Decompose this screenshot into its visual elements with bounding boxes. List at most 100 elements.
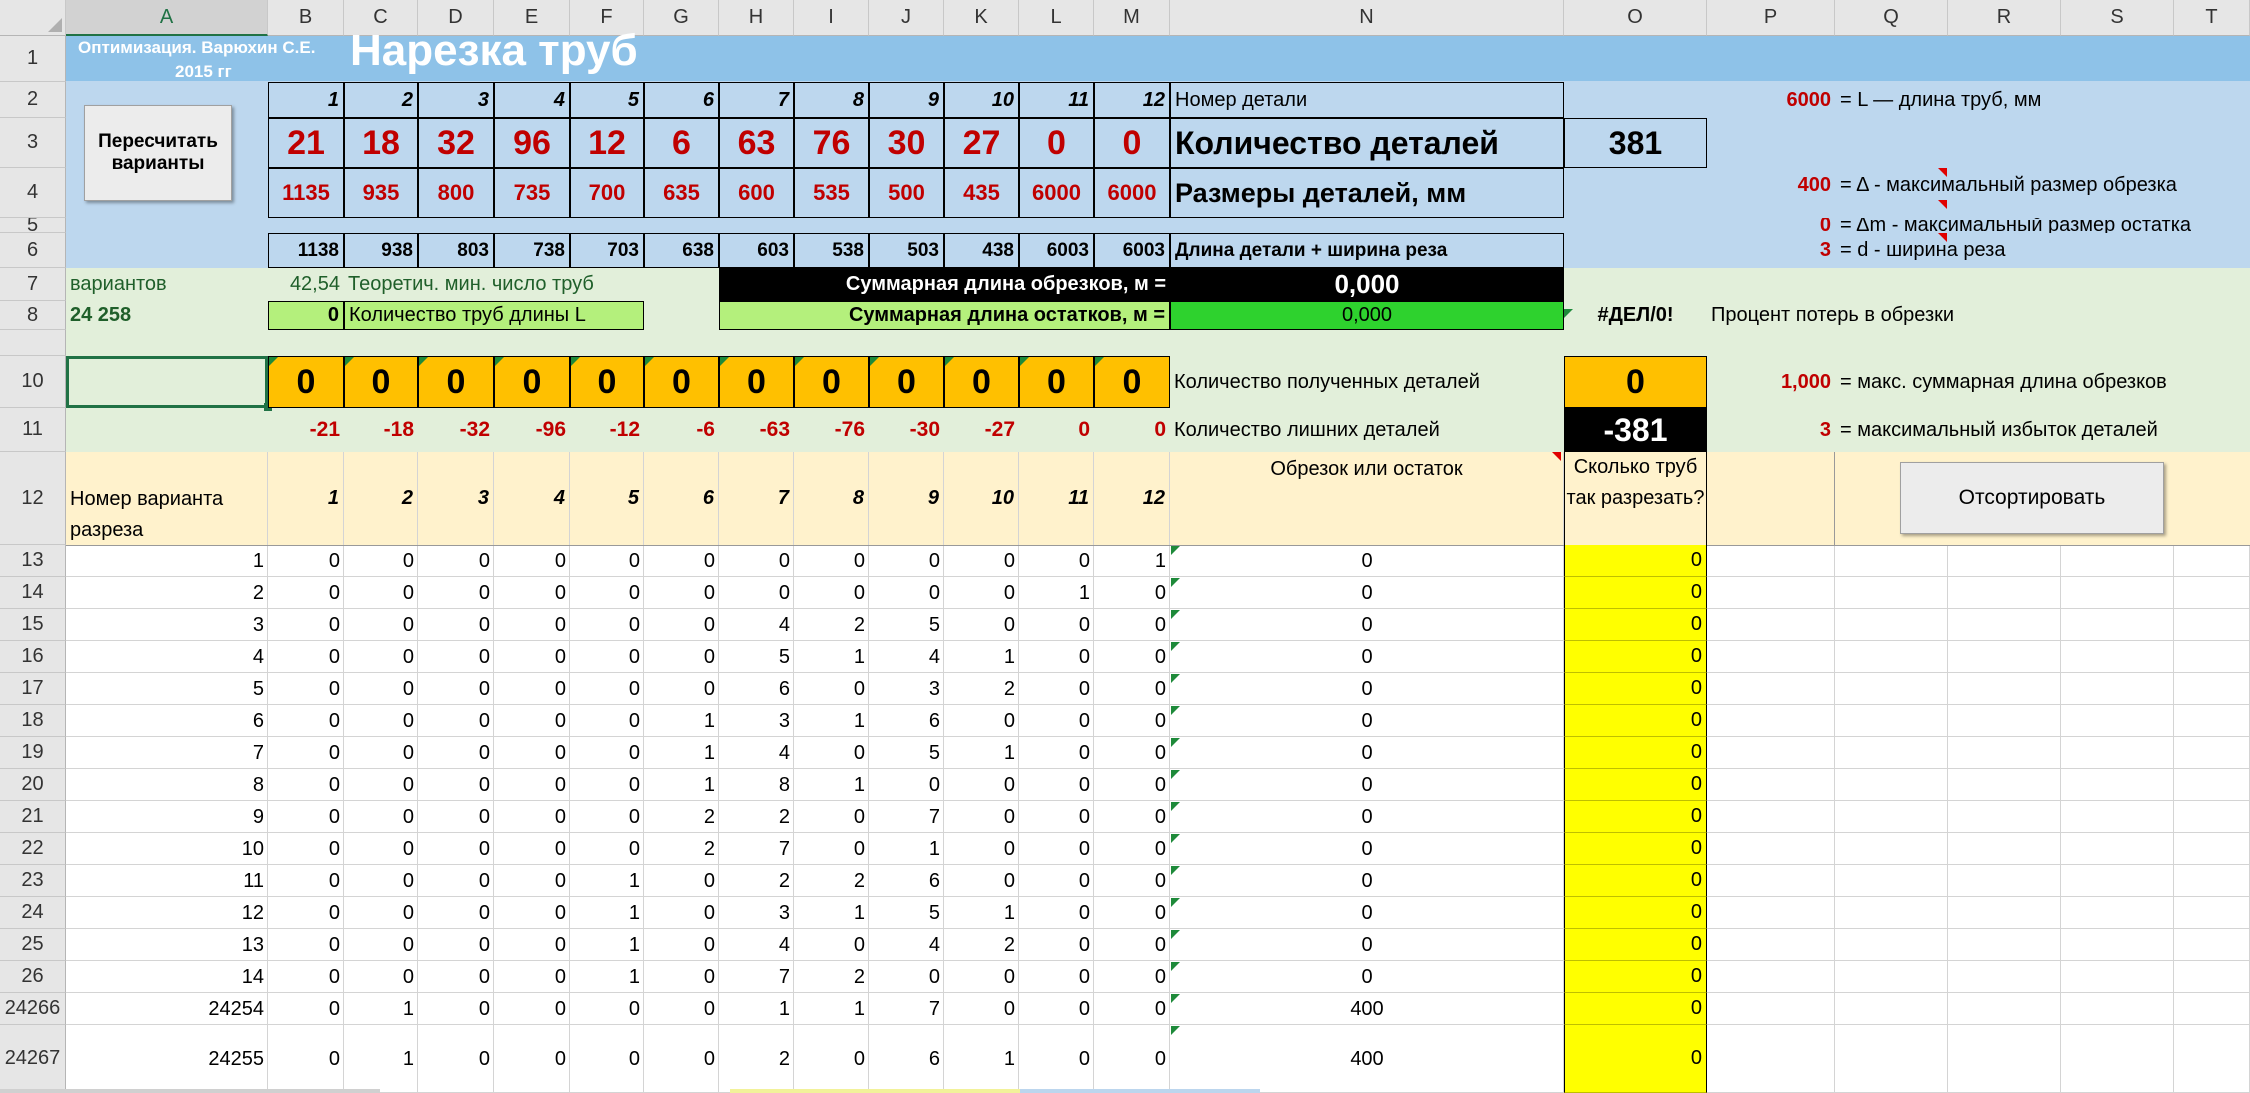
quantity-cell[interactable]: 30 xyxy=(869,118,944,168)
count-cell[interactable]: 4 xyxy=(719,609,794,641)
variant-number-cell[interactable]: 6 xyxy=(66,705,268,737)
selected-cell-a10[interactable] xyxy=(66,356,268,408)
count-cell[interactable]: 0 xyxy=(570,705,644,737)
count-cell[interactable]: 0 xyxy=(494,705,570,737)
count-cell[interactable]: 1 xyxy=(869,833,944,865)
row-header-17[interactable]: 17 xyxy=(0,673,66,705)
count-cell[interactable]: 1 xyxy=(644,737,719,769)
count-cell[interactable]: 0 xyxy=(944,865,1019,897)
count-cell[interactable]: 7 xyxy=(719,961,794,993)
count-cell[interactable]: 0 xyxy=(268,641,344,673)
count-cell[interactable]: 0 xyxy=(418,705,494,737)
size-cell[interactable]: 800 xyxy=(418,168,494,218)
quantity-cell[interactable]: 96 xyxy=(494,118,570,168)
pipes-input-cell[interactable]: 0 xyxy=(1564,1025,1707,1093)
extra-total[interactable]: -381 xyxy=(1564,408,1707,452)
pipe-count-value[interactable]: 0 xyxy=(268,301,344,330)
count-cell[interactable]: 1 xyxy=(570,929,644,961)
scrap-cell[interactable]: 0 xyxy=(1170,737,1564,769)
theoretical-value[interactable]: 42,54 xyxy=(268,268,344,301)
length-with-cut-cell[interactable]: 438 xyxy=(944,233,1019,268)
count-cell[interactable]: 0 xyxy=(570,641,644,673)
count-cell[interactable]: 0 xyxy=(1019,801,1094,833)
count-cell[interactable]: 1 xyxy=(794,993,869,1025)
count-cell[interactable]: 0 xyxy=(944,961,1019,993)
pipes-input-cell[interactable]: 0 xyxy=(1564,897,1707,929)
count-cell[interactable]: 0 xyxy=(570,1025,644,1093)
count-cell[interactable]: 0 xyxy=(944,801,1019,833)
row-header-15[interactable]: 15 xyxy=(0,609,66,641)
count-cell[interactable]: 0 xyxy=(570,769,644,801)
count-cell[interactable]: 3 xyxy=(719,705,794,737)
size-cell[interactable]: 600 xyxy=(719,168,794,218)
count-cell[interactable]: 1 xyxy=(944,641,1019,673)
count-cell[interactable]: 2 xyxy=(719,1025,794,1093)
param-value[interactable]: 6000 xyxy=(1707,82,1835,118)
column-header-l[interactable]: L xyxy=(1019,0,1094,36)
pipes-input-cell[interactable]: 0 xyxy=(1564,833,1707,865)
pipes-input-cell[interactable]: 0 xyxy=(1564,961,1707,993)
select-all-corner[interactable] xyxy=(0,0,66,36)
scrap-cell[interactable]: 0 xyxy=(1170,865,1564,897)
count-cell[interactable]: 7 xyxy=(869,993,944,1025)
quantity-cell[interactable]: 76 xyxy=(794,118,869,168)
count-cell[interactable]: 0 xyxy=(268,993,344,1025)
count-cell[interactable]: 0 xyxy=(268,1025,344,1093)
count-cell[interactable]: 1 xyxy=(719,993,794,1025)
part-number-cell[interactable]: 3 xyxy=(418,82,494,118)
count-cell[interactable]: 0 xyxy=(418,865,494,897)
variant-number-cell[interactable]: 12 xyxy=(66,897,268,929)
variant-number-cell[interactable]: 9 xyxy=(66,801,268,833)
count-cell[interactable]: 0 xyxy=(570,737,644,769)
count-cell[interactable]: 5 xyxy=(719,641,794,673)
count-cell[interactable]: 0 xyxy=(268,577,344,609)
count-cell[interactable]: 1 xyxy=(344,1025,418,1093)
count-cell[interactable]: 0 xyxy=(1019,641,1094,673)
quantity-cell[interactable]: 0 xyxy=(1094,118,1170,168)
extra-cell[interactable]: -21 xyxy=(268,408,344,452)
scrap-cell[interactable]: 400 xyxy=(1170,1025,1564,1093)
scrap-cell[interactable]: 0 xyxy=(1170,929,1564,961)
row-header-16[interactable]: 16 xyxy=(0,641,66,673)
row-header-3[interactable]: 3 xyxy=(0,118,66,168)
count-cell[interactable]: 0 xyxy=(268,609,344,641)
count-cell[interactable]: 4 xyxy=(869,929,944,961)
row-header-22[interactable]: 22 xyxy=(0,833,66,865)
count-cell[interactable]: 0 xyxy=(794,545,869,577)
obtained-cell[interactable]: 0 xyxy=(570,356,644,408)
quantity-cell[interactable]: 63 xyxy=(719,118,794,168)
length-with-cut-cell[interactable]: 638 xyxy=(644,233,719,268)
part-number-cell[interactable]: 5 xyxy=(570,82,644,118)
count-cell[interactable]: 0 xyxy=(418,961,494,993)
count-cell[interactable]: 0 xyxy=(644,577,719,609)
count-cell[interactable]: 0 xyxy=(494,769,570,801)
variant-number-cell[interactable]: 2 xyxy=(66,577,268,609)
count-cell[interactable]: 0 xyxy=(719,545,794,577)
part-number-cell[interactable]: 4 xyxy=(494,82,570,118)
scrap-cell[interactable]: 0 xyxy=(1170,961,1564,993)
count-cell[interactable]: 0 xyxy=(418,897,494,929)
count-cell[interactable]: 2 xyxy=(944,673,1019,705)
count-cell[interactable]: 0 xyxy=(418,737,494,769)
row-header-10[interactable]: 10 xyxy=(0,356,66,408)
count-cell[interactable]: 0 xyxy=(418,545,494,577)
count-cell[interactable]: 0 xyxy=(1019,769,1094,801)
pipes-input-cell[interactable]: 0 xyxy=(1564,737,1707,769)
column-header-t[interactable]: T xyxy=(2174,0,2250,36)
count-cell[interactable]: 5 xyxy=(869,897,944,929)
count-cell[interactable]: 0 xyxy=(344,801,418,833)
max-scrap-value[interactable]: 1,000 xyxy=(1707,356,1835,408)
column-header-r[interactable]: R xyxy=(1948,0,2061,36)
row-header-23[interactable]: 23 xyxy=(0,865,66,897)
param-value[interactable]: 0 xyxy=(1707,218,1835,233)
count-cell[interactable]: 0 xyxy=(494,641,570,673)
row-header-20[interactable]: 20 xyxy=(0,769,66,801)
count-cell[interactable]: 0 xyxy=(794,673,869,705)
pipes-input-cell[interactable]: 0 xyxy=(1564,769,1707,801)
quantity-cell[interactable]: 6 xyxy=(644,118,719,168)
count-cell[interactable]: 1 xyxy=(344,993,418,1025)
count-cell[interactable]: 0 xyxy=(944,705,1019,737)
obtained-cell[interactable]: 0 xyxy=(268,356,344,408)
count-cell[interactable]: 6 xyxy=(869,1025,944,1093)
scrap-cell[interactable]: 400 xyxy=(1170,993,1564,1025)
